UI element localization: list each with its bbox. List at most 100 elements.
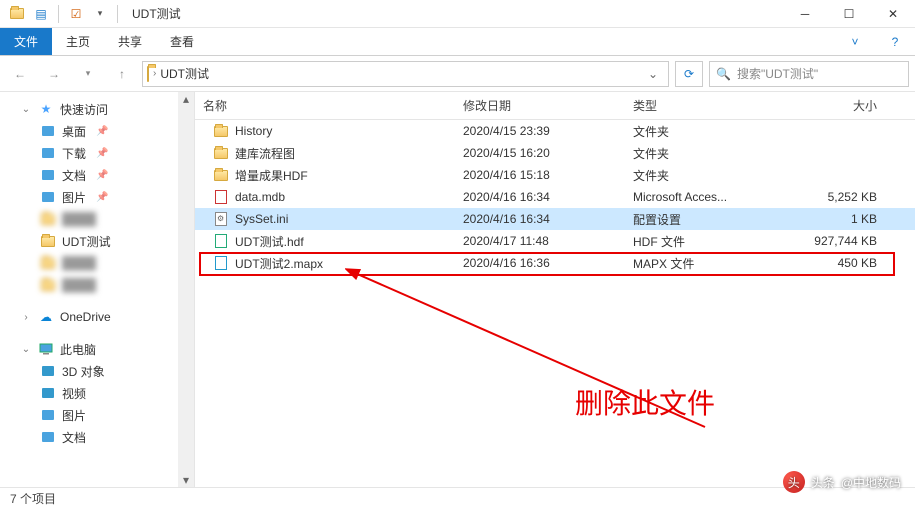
nav-item-label: 文档 [62,429,86,446]
nav-item-icon [40,167,56,183]
nav-pc-item[interactable]: 文档 [0,426,194,448]
nav-pc-item[interactable]: 图片 [0,404,194,426]
help-icon[interactable]: ? [875,28,915,55]
ribbon-expand-icon[interactable]: ˅ [835,28,875,55]
breadcrumb-segment[interactable]: UDT测试 [160,65,209,82]
file-icon [213,167,229,183]
qat-properties-icon[interactable]: ▤ [30,3,52,25]
file-row[interactable]: SysSet.ini2020/4/16 16:34配置设置1 KB [195,208,915,230]
maximize-button[interactable]: ☐ [827,0,871,28]
column-type[interactable]: 类型 [625,97,775,114]
file-type-cell: 文件夹 [625,123,775,140]
nav-item-icon [40,429,56,445]
navigation-pane: ⌄ ★ 快速访问 桌面下载文档图片████UDT测试████████ › ☁ O… [0,92,195,487]
nav-forward-button[interactable]: → [40,60,68,88]
nav-item-label: ████ [62,256,96,270]
file-icon [213,233,229,249]
file-name-cell: UDT测试.hdf [195,233,455,250]
file-type-cell: 文件夹 [625,167,775,184]
column-size[interactable]: 大小 [775,97,885,114]
nav-item-label: ████ [62,278,96,292]
nav-qa-item[interactable]: 图片 [0,186,194,208]
file-size-cell: 1 KB [775,212,885,226]
status-item-count: 7 个项目 [10,490,56,507]
expand-icon[interactable]: › [20,312,32,323]
file-row[interactable]: data.mdb2020/4/16 16:34Microsoft Acces..… [195,186,915,208]
nav-item-label: UDT测试 [62,233,111,250]
collapse-icon[interactable]: ⌄ [20,104,32,115]
search-input[interactable]: 🔍 搜索"UDT测试" [709,61,909,87]
nav-scrollbar[interactable]: ▴▾ [178,92,194,487]
nav-this-pc[interactable]: ⌄ 此电脑 [0,338,194,360]
nav-quick-access[interactable]: ⌄ ★ 快速访问 [0,98,194,120]
file-row[interactable]: UDT测试2.mapx2020/4/16 16:36MAPX 文件450 KB [195,252,915,274]
ribbon-tab-share[interactable]: 共享 [104,28,156,55]
file-row[interactable]: 增量成果HDF2020/4/16 15:18文件夹 [195,164,915,186]
close-button[interactable]: ✕ [871,0,915,28]
file-name-cell: 增量成果HDF [195,167,455,184]
minimize-button[interactable]: ─ [783,0,827,28]
nav-qa-item[interactable]: 下载 [0,142,194,164]
file-icon [213,255,229,271]
column-date[interactable]: 修改日期 [455,97,625,114]
file-type-cell: HDF 文件 [625,233,775,250]
nav-up-button[interactable]: ↑ [108,60,136,88]
file-row[interactable]: UDT测试.hdf2020/4/17 11:48HDF 文件927,744 KB [195,230,915,252]
ribbon-tab-view[interactable]: 查看 [156,28,208,55]
nav-pc-item[interactable]: 3D 对象 [0,360,194,382]
separator [117,5,118,23]
file-type-cell: 配置设置 [625,211,775,228]
nav-item-label: 3D 对象 [62,363,105,380]
nav-item-label: ████ [62,212,96,226]
nav-item-icon [40,145,56,161]
nav-item-icon [40,277,56,293]
file-date-cell: 2020/4/16 16:34 [455,212,625,226]
nav-label: OneDrive [60,310,111,324]
ribbon-tab-home[interactable]: 主页 [52,28,104,55]
file-date-cell: 2020/4/17 11:48 [455,234,625,248]
qat-dropdown-icon[interactable]: ▾ [89,3,111,25]
search-icon: 🔍 [716,67,731,81]
nav-item-label: 视频 [62,385,86,402]
nav-item-label: 图片 [62,407,86,424]
breadcrumb-bar[interactable]: › UDT测试 ⌄ [142,61,669,87]
collapse-icon[interactable]: ⌄ [20,344,32,355]
nav-qa-item[interactable]: 桌面 [0,120,194,142]
file-date-cell: 2020/4/16 16:36 [455,256,625,270]
nav-qa-item[interactable]: ████ [0,252,194,274]
status-bar: 7 个项目 [0,487,915,509]
nav-item-label: 桌面 [62,123,86,140]
column-name[interactable]: 名称 [195,97,455,114]
file-row[interactable]: 建库流程图2020/4/15 16:20文件夹 [195,142,915,164]
qat-checkbox-icon[interactable]: ☑ [65,3,87,25]
nav-item-label: 文档 [62,167,86,184]
nav-back-button[interactable]: ← [6,60,34,88]
chevron-right-icon[interactable]: › [153,68,156,79]
file-name-cell: data.mdb [195,189,455,205]
ribbon-file-tab[interactable]: 文件 [0,28,52,55]
pc-icon [38,341,54,357]
nav-onedrive[interactable]: › ☁ OneDrive [0,306,194,328]
quick-access-toolbar: ▤ ☑ ▾ [0,3,128,25]
nav-qa-item[interactable]: 文档 [0,164,194,186]
nav-item-label: 下载 [62,145,86,162]
nav-item-icon [40,363,56,379]
window-title: UDT测试 [128,5,181,22]
file-type-cell: Microsoft Acces... [625,190,775,204]
nav-qa-item[interactable]: ████ [0,208,194,230]
watermark-prefix: 头条 [811,474,835,491]
watermark: 头 头条 @中地数码 [783,471,901,493]
ribbon: 文件 主页 共享 查看 ˅ ? [0,28,915,56]
cloud-icon: ☁ [38,309,54,325]
address-dropdown-icon[interactable]: ⌄ [642,67,664,81]
nav-qa-item[interactable]: UDT测试 [0,230,194,252]
nav-qa-item[interactable]: ████ [0,274,194,296]
nav-recent-dropdown[interactable]: ▾ [74,60,102,88]
file-size-cell: 450 KB [775,256,885,270]
file-name-cell: SysSet.ini [195,211,455,227]
star-icon: ★ [38,101,54,117]
file-row[interactable]: History2020/4/15 23:39文件夹 [195,120,915,142]
nav-pc-item[interactable]: 视频 [0,382,194,404]
nav-item-icon [40,233,56,249]
refresh-button[interactable]: ⟳ [675,61,703,87]
